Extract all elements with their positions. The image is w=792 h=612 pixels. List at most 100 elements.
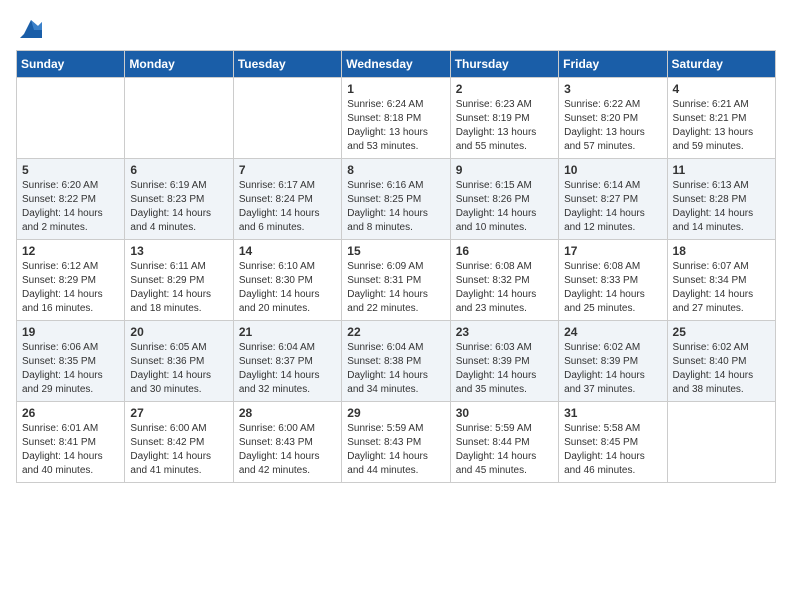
logo — [16, 16, 44, 38]
calendar-cell: 26 Sunrise: 6:01 AMSunset: 8:41 PMDayligh… — [17, 402, 125, 483]
day-info: Sunrise: 6:17 AMSunset: 8:24 PMDaylight:… — [239, 179, 336, 235]
calendar-week-2: 5 Sunrise: 6:20 AMSunset: 8:22 PMDaylight… — [17, 159, 776, 240]
day-info: Sunrise: 6:22 AMSunset: 8:20 PMDaylight:… — [564, 98, 661, 154]
day-number: 4 — [673, 82, 770, 96]
calendar-cell: 16 Sunrise: 6:08 AMSunset: 8:32 PMDayligh… — [450, 240, 558, 321]
day-number: 20 — [130, 325, 227, 339]
calendar-cell: 9Sunrise: 6:15 AMSunset: 8:26 PMDaylight… — [450, 159, 558, 240]
calendar-cell — [233, 78, 341, 159]
day-number: 25 — [673, 325, 770, 339]
day-info: Sunrise: 6:00 AMSunset: 8:42 PMDaylight:… — [130, 422, 227, 478]
day-number: 24 — [564, 325, 661, 339]
day-number: 13 — [130, 244, 227, 258]
day-number: 30 — [456, 406, 553, 420]
calendar-cell: 13 Sunrise: 6:11 AMSunset: 8:29 PMDayligh… — [125, 240, 233, 321]
calendar-cell: 10Sunrise: 6:14 AMSunset: 8:27 PMDayligh… — [559, 159, 667, 240]
day-info: Sunrise: 6:02 AMSunset: 8:39 PMDaylight:… — [564, 341, 661, 397]
day-info: Sunrise: 6:10 AMSunset: 8:30 PMDaylight:… — [239, 260, 336, 316]
day-number: 21 — [239, 325, 336, 339]
day-number: 7 — [239, 163, 336, 177]
header-cell-tuesday: Tuesday — [233, 51, 341, 78]
day-info: Sunrise: 6:15 AMSunset: 8:26 PMDaylight:… — [456, 179, 553, 235]
day-number: 22 — [347, 325, 444, 339]
calendar-cell: 17 Sunrise: 6:08 AMSunset: 8:33 PMDayligh… — [559, 240, 667, 321]
day-info: Sunrise: 6:02 AMSunset: 8:40 PMDaylight:… — [673, 341, 770, 397]
calendar-cell: 3 Sunrise: 6:22 AMSunset: 8:20 PMDaylight… — [559, 78, 667, 159]
day-info: Sunrise: 5:59 AMSunset: 8:43 PMDaylight:… — [347, 422, 444, 478]
header-cell-sunday: Sunday — [17, 51, 125, 78]
day-info: Sunrise: 6:11 AMSunset: 8:29 PMDaylight:… — [130, 260, 227, 316]
day-number: 6 — [130, 163, 227, 177]
day-info: Sunrise: 6:13 AMSunset: 8:28 PMDaylight:… — [673, 179, 770, 235]
header-row: SundayMondayTuesdayWednesdayThursdayFrid… — [17, 51, 776, 78]
calendar-cell: 31 Sunrise: 5:58 AMSunset: 8:45 PMDayligh… — [559, 402, 667, 483]
calendar-cell: 5 Sunrise: 6:20 AMSunset: 8:22 PMDaylight… — [17, 159, 125, 240]
day-info: Sunrise: 6:09 AMSunset: 8:31 PMDaylight:… — [347, 260, 444, 316]
header-cell-friday: Friday — [559, 51, 667, 78]
day-number: 10 — [564, 163, 661, 177]
calendar-cell: 7 Sunrise: 6:17 AMSunset: 8:24 PMDaylight… — [233, 159, 341, 240]
calendar-cell — [667, 402, 775, 483]
day-number: 16 — [456, 244, 553, 258]
calendar-cell: 25 Sunrise: 6:02 AMSunset: 8:40 PMDayligh… — [667, 321, 775, 402]
day-info: Sunrise: 6:08 AMSunset: 8:32 PMDaylight:… — [456, 260, 553, 316]
day-info: Sunrise: 6:23 AMSunset: 8:19 PMDaylight:… — [456, 98, 553, 154]
day-number: 23 — [456, 325, 553, 339]
calendar-cell: 18Sunrise: 6:07 AMSunset: 8:34 PMDayligh… — [667, 240, 775, 321]
calendar-cell: 24 Sunrise: 6:02 AMSunset: 8:39 PMDayligh… — [559, 321, 667, 402]
header-cell-monday: Monday — [125, 51, 233, 78]
calendar-cell: 19Sunrise: 6:06 AMSunset: 8:35 PMDayligh… — [17, 321, 125, 402]
day-info: Sunrise: 5:59 AMSunset: 8:44 PMDaylight:… — [456, 422, 553, 478]
calendar-cell: 6Sunrise: 6:19 AMSunset: 8:23 PMDaylight… — [125, 159, 233, 240]
calendar-cell: 14 Sunrise: 6:10 AMSunset: 8:30 PMDayligh… — [233, 240, 341, 321]
calendar-header: SundayMondayTuesdayWednesdayThursdayFrid… — [17, 51, 776, 78]
header-cell-thursday: Thursday — [450, 51, 558, 78]
day-info: Sunrise: 6:12 AMSunset: 8:29 PMDaylight:… — [22, 260, 119, 316]
calendar-body: 1Sunrise: 6:24 AMSunset: 8:18 PMDaylight… — [17, 78, 776, 483]
day-number: 15 — [347, 244, 444, 258]
calendar-cell: 23 Sunrise: 6:03 AMSunset: 8:39 PMDayligh… — [450, 321, 558, 402]
day-info: Sunrise: 6:01 AMSunset: 8:41 PMDaylight:… — [22, 422, 119, 478]
header-cell-saturday: Saturday — [667, 51, 775, 78]
calendar-cell: 8Sunrise: 6:16 AMSunset: 8:25 PMDaylight… — [342, 159, 450, 240]
day-info: Sunrise: 6:04 AMSunset: 8:37 PMDaylight:… — [239, 341, 336, 397]
header-cell-wednesday: Wednesday — [342, 51, 450, 78]
calendar-cell — [125, 78, 233, 159]
calendar-cell: 1Sunrise: 6:24 AMSunset: 8:18 PMDaylight… — [342, 78, 450, 159]
calendar-cell: 30 Sunrise: 5:59 AMSunset: 8:44 PMDayligh… — [450, 402, 558, 483]
calendar-cell: 20 Sunrise: 6:05 AMSunset: 8:36 PMDayligh… — [125, 321, 233, 402]
calendar-cell: 2 Sunrise: 6:23 AMSunset: 8:19 PMDaylight… — [450, 78, 558, 159]
calendar-cell: 12 Sunrise: 6:12 AMSunset: 8:29 PMDayligh… — [17, 240, 125, 321]
calendar-cell: 27 Sunrise: 6:00 AMSunset: 8:42 PMDayligh… — [125, 402, 233, 483]
day-number: 12 — [22, 244, 119, 258]
day-info: Sunrise: 6:06 AMSunset: 8:35 PMDaylight:… — [22, 341, 119, 397]
day-number: 31 — [564, 406, 661, 420]
calendar-week-4: 19Sunrise: 6:06 AMSunset: 8:35 PMDayligh… — [17, 321, 776, 402]
day-number: 1 — [347, 82, 444, 96]
day-number: 26 — [22, 406, 119, 420]
calendar-week-3: 12 Sunrise: 6:12 AMSunset: 8:29 PMDayligh… — [17, 240, 776, 321]
day-number: 5 — [22, 163, 119, 177]
calendar-week-1: 1Sunrise: 6:24 AMSunset: 8:18 PMDaylight… — [17, 78, 776, 159]
day-info: Sunrise: 6:08 AMSunset: 8:33 PMDaylight:… — [564, 260, 661, 316]
calendar-table: SundayMondayTuesdayWednesdayThursdayFrid… — [16, 50, 776, 483]
day-number: 17 — [564, 244, 661, 258]
day-info: Sunrise: 6:03 AMSunset: 8:39 PMDaylight:… — [456, 341, 553, 397]
day-number: 3 — [564, 82, 661, 96]
day-number: 14 — [239, 244, 336, 258]
calendar-cell: 22 Sunrise: 6:04 AMSunset: 8:38 PMDayligh… — [342, 321, 450, 402]
day-info: Sunrise: 6:21 AMSunset: 8:21 PMDaylight:… — [673, 98, 770, 154]
calendar-cell — [17, 78, 125, 159]
calendar-cell: 11Sunrise: 6:13 AMSunset: 8:28 PMDayligh… — [667, 159, 775, 240]
day-info: Sunrise: 6:00 AMSunset: 8:43 PMDaylight:… — [239, 422, 336, 478]
day-info: Sunrise: 5:58 AMSunset: 8:45 PMDaylight:… — [564, 422, 661, 478]
day-number: 27 — [130, 406, 227, 420]
day-number: 18 — [673, 244, 770, 258]
day-number: 2 — [456, 82, 553, 96]
calendar-week-5: 26 Sunrise: 6:01 AMSunset: 8:41 PMDayligh… — [17, 402, 776, 483]
day-info: Sunrise: 6:20 AMSunset: 8:22 PMDaylight:… — [22, 179, 119, 235]
day-number: 8 — [347, 163, 444, 177]
day-info: Sunrise: 6:04 AMSunset: 8:38 PMDaylight:… — [347, 341, 444, 397]
calendar-cell: 15 Sunrise: 6:09 AMSunset: 8:31 PMDayligh… — [342, 240, 450, 321]
day-info: Sunrise: 6:05 AMSunset: 8:36 PMDaylight:… — [130, 341, 227, 397]
